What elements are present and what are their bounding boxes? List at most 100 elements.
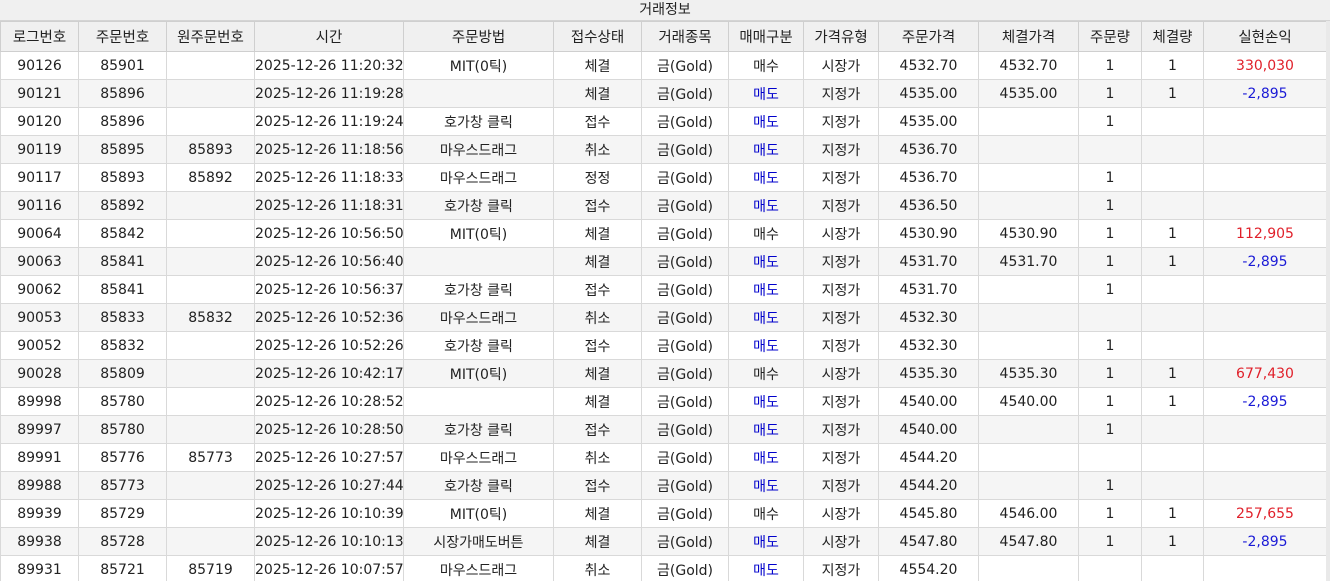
cell-price-type: 지정가 — [803, 387, 879, 416]
cell-status: 체결 — [553, 527, 642, 556]
cell-order-price: 4531.70 — [878, 247, 979, 276]
cell-order-no: 85832 — [78, 331, 167, 360]
cell-side: 매수 — [728, 219, 804, 248]
cell-order-qty: 1 — [1078, 219, 1142, 248]
cell-realized-pnl: -2,895 — [1203, 387, 1326, 416]
cell-order-no: 85896 — [78, 79, 167, 108]
table-row[interactable]: 90117 85893 85892 2025-12-26 11:18:33 마우스드래그… — [0, 163, 1326, 192]
cell-order-qty: 1 — [1078, 499, 1142, 528]
col-header-side[interactable]: 매매구분 — [728, 21, 804, 52]
cell-status: 체결 — [553, 247, 642, 276]
col-header-orig-order-no[interactable]: 원주문번호 — [166, 21, 255, 52]
table-row[interactable]: 89931 85721 85719 2025-12-26 10:07:57 마우스드래그… — [0, 555, 1326, 581]
cell-fill-qty — [1141, 415, 1204, 444]
cell-order-qty: 1 — [1078, 275, 1142, 304]
cell-fill-qty — [1141, 303, 1204, 332]
cell-status: 접수 — [553, 471, 642, 500]
cell-order-method: 마우스드래그 — [403, 163, 554, 192]
cell-price-type: 시장가 — [803, 359, 879, 388]
cell-fill-qty — [1141, 163, 1204, 192]
cell-price-type: 지정가 — [803, 135, 879, 164]
cell-realized-pnl: 330,030 — [1203, 51, 1326, 80]
table-row[interactable]: 90053 85833 85832 2025-12-26 10:52:36 마우스드래그… — [0, 303, 1326, 332]
cell-order-no: 85842 — [78, 219, 167, 248]
cell-orig-order-no: 85719 — [166, 555, 255, 581]
cell-order-method: 호가창 클릭 — [403, 471, 554, 500]
table-row[interactable]: 90121 85896 2025-12-26 11:19:28 체결 금(Gold) 매도… — [0, 79, 1326, 108]
cell-side: 매도 — [728, 471, 804, 500]
table-row[interactable]: 89998 85780 2025-12-26 10:28:52 체결 금(Gold) 매도… — [0, 387, 1326, 416]
table-row[interactable]: 90126 85901 2025-12-26 11:20:32 MIT(0틱) 체결 금(… — [0, 51, 1326, 80]
cell-order-price: 4535.30 — [878, 359, 979, 388]
col-header-order-method[interactable]: 주문방법 — [403, 21, 554, 52]
table-row[interactable]: 90120 85896 2025-12-26 11:19:24 호가창 클릭 접수 금(G… — [0, 107, 1326, 136]
col-header-fill-price[interactable]: 체결가격 — [978, 21, 1079, 52]
table-row[interactable]: 89988 85773 2025-12-26 10:27:44 호가창 클릭 접수 금(G… — [0, 471, 1326, 500]
cell-order-method: MIT(0틱) — [403, 219, 554, 248]
cell-order-no: 85780 — [78, 415, 167, 444]
table-row[interactable]: 90119 85895 85893 2025-12-26 11:18:56 마우스드래그… — [0, 135, 1326, 164]
table-row[interactable]: 90116 85892 2025-12-26 11:18:31 호가창 클릭 접수 금(G… — [0, 191, 1326, 220]
cell-realized-pnl: -2,895 — [1203, 79, 1326, 108]
trade-table-scroll-area[interactable]: 로그번호 주문번호 원주문번호 시간 주문방법 접수상태 거래종목 매매구분 가… — [0, 21, 1326, 581]
cell-log-no: 90117 — [0, 163, 79, 192]
col-header-status[interactable]: 접수상태 — [553, 21, 642, 52]
cell-fill-qty: 1 — [1141, 499, 1204, 528]
cell-side: 매도 — [728, 555, 804, 581]
cell-time: 2025-12-26 10:10:39 — [254, 499, 404, 528]
cell-log-no: 90126 — [0, 51, 79, 80]
col-header-fill-qty[interactable]: 체결량 — [1141, 21, 1204, 52]
col-header-log-no[interactable]: 로그번호 — [0, 21, 79, 52]
cell-log-no: 89997 — [0, 415, 79, 444]
cell-orig-order-no — [166, 471, 255, 500]
cell-order-price: 4544.20 — [878, 471, 979, 500]
table-row[interactable]: 89991 85776 85773 2025-12-26 10:27:57 마우스드래그… — [0, 443, 1326, 472]
table-row[interactable]: 90062 85841 2025-12-26 10:56:37 호가창 클릭 접수 금(G… — [0, 275, 1326, 304]
table-row[interactable]: 89939 85729 2025-12-26 10:10:39 MIT(0틱) 체결 금(… — [0, 499, 1326, 528]
cell-time: 2025-12-26 11:19:28 — [254, 79, 404, 108]
col-header-order-no[interactable]: 주문번호 — [78, 21, 167, 52]
cell-order-qty: 1 — [1078, 527, 1142, 556]
cell-fill-price — [978, 107, 1079, 136]
table-row[interactable]: 89938 85728 2025-12-26 10:10:13 시장가매도버튼 체결 금(… — [0, 527, 1326, 556]
vertical-scrollbar[interactable] — [1326, 21, 1330, 581]
cell-order-no: 85895 — [78, 135, 167, 164]
cell-realized-pnl — [1203, 303, 1326, 332]
cell-time: 2025-12-26 10:27:44 — [254, 471, 404, 500]
cell-item: 금(Gold) — [641, 107, 729, 136]
col-header-item[interactable]: 거래종목 — [641, 21, 729, 52]
table-row[interactable]: 90052 85832 2025-12-26 10:52:26 호가창 클릭 접수 금(G… — [0, 331, 1326, 360]
cell-status: 정정 — [553, 163, 642, 192]
cell-order-method: MIT(0틱) — [403, 499, 554, 528]
table-row[interactable]: 90063 85841 2025-12-26 10:56:40 체결 금(Gold) 매도… — [0, 247, 1326, 276]
cell-side: 매도 — [728, 387, 804, 416]
cell-order-method: MIT(0틱) — [403, 51, 554, 80]
col-header-time[interactable]: 시간 — [254, 21, 404, 52]
table-row[interactable]: 90064 85842 2025-12-26 10:56:50 MIT(0틱) 체결 금(… — [0, 219, 1326, 248]
table-row[interactable]: 90028 85809 2025-12-26 10:42:17 MIT(0틱) 체결 금(… — [0, 359, 1326, 388]
cell-status: 접수 — [553, 107, 642, 136]
col-header-order-qty[interactable]: 주문량 — [1078, 21, 1142, 52]
cell-time: 2025-12-26 10:42:17 — [254, 359, 404, 388]
cell-order-no: 85893 — [78, 163, 167, 192]
cell-order-method: 시장가매도버튼 — [403, 527, 554, 556]
cell-log-no: 90120 — [0, 107, 79, 136]
col-header-realized-pnl[interactable]: 실현손익 — [1203, 21, 1326, 52]
cell-realized-pnl — [1203, 331, 1326, 360]
col-header-price-type[interactable]: 가격유형 — [803, 21, 879, 52]
cell-side: 매도 — [728, 79, 804, 108]
cell-order-qty: 1 — [1078, 191, 1142, 220]
cell-order-method — [403, 79, 554, 108]
col-header-order-price[interactable]: 주문가격 — [878, 21, 979, 52]
cell-side: 매도 — [728, 331, 804, 360]
cell-order-qty: 1 — [1078, 415, 1142, 444]
table-header-row: 로그번호 주문번호 원주문번호 시간 주문방법 접수상태 거래종목 매매구분 가… — [0, 21, 1326, 52]
cell-order-method: 호가창 클릭 — [403, 331, 554, 360]
cell-orig-order-no — [166, 527, 255, 556]
cell-order-method: MIT(0틱) — [403, 359, 554, 388]
table-row[interactable]: 89997 85780 2025-12-26 10:28:50 호가창 클릭 접수 금(G… — [0, 415, 1326, 444]
cell-log-no: 90121 — [0, 79, 79, 108]
cell-orig-order-no — [166, 107, 255, 136]
cell-side: 매도 — [728, 443, 804, 472]
cell-fill-price — [978, 191, 1079, 220]
